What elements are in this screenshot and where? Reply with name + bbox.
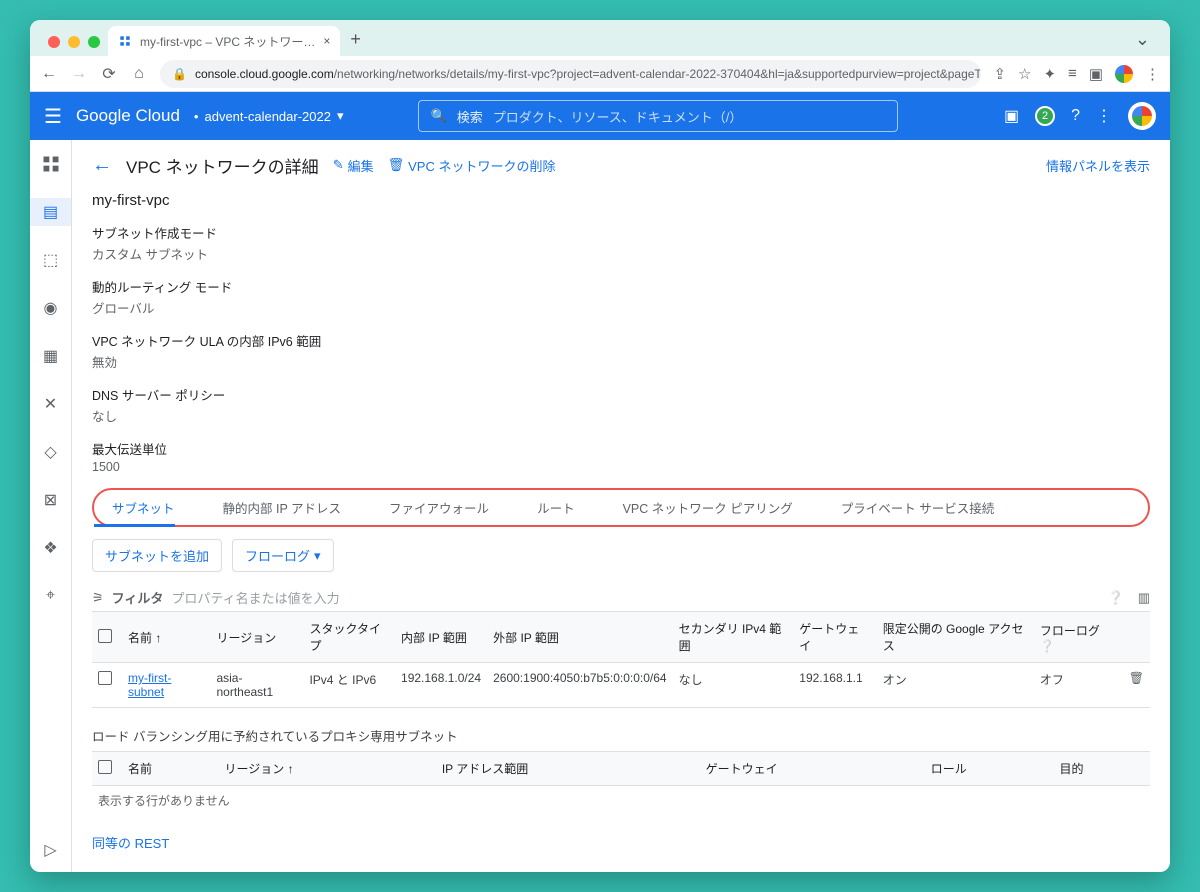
filter-icon: ⚞ xyxy=(92,590,104,606)
sidenav-product-icon[interactable] xyxy=(30,150,71,178)
field-ula-label: VPC ネットワーク ULA の内部 IPv6 範囲 xyxy=(92,331,1150,350)
sidenav-shared-vpc-icon[interactable]: ⊠ xyxy=(30,486,71,514)
column-settings-icon[interactable]: ▥ xyxy=(1138,590,1150,606)
nav-home-icon[interactable]: ⌂ xyxy=(130,65,148,83)
nav-forward-icon: → xyxy=(70,65,88,83)
field-mtu-label: 最大伝送単位 xyxy=(92,439,1150,458)
field-routing-mode-value: グローバル xyxy=(92,298,1150,317)
flowlog-dropdown[interactable]: フローログ ▾ xyxy=(232,539,334,572)
profile-avatar-icon[interactable] xyxy=(1115,65,1133,83)
equivalent-rest-link: 同等の REST xyxy=(92,833,1150,852)
field-subnet-mode-label: サブネット作成モード xyxy=(92,223,1150,242)
delete-row-icon[interactable]: 🗑 xyxy=(1129,671,1144,685)
address-bar[interactable]: 🔒 console.cloud.google.com/networking/ne… xyxy=(160,60,981,88)
filter-bar: ⚞ フィルタ プロパティ名または値を入力 ❔ ▥ xyxy=(92,584,1150,611)
details-tabs: サブネット 静的内部 IP アドレス ファイアウォール ルート VPC ネットワ… xyxy=(92,488,1150,527)
vpc-tab-icon xyxy=(118,34,132,48)
show-info-panel-button[interactable]: 情報パネルを表示 xyxy=(1046,156,1150,175)
page-title: VPC ネットワークの詳細 xyxy=(126,153,319,178)
field-routing-mode-label: 動的ルーティング モード xyxy=(92,277,1150,296)
hamburger-icon[interactable]: ☰ xyxy=(44,104,62,129)
browser-toolbar: ← → ⟳ ⌂ 🔒 console.cloud.google.com/netwo… xyxy=(30,56,1170,92)
help-icon[interactable]: ? xyxy=(1071,107,1080,125)
reading-list-icon[interactable]: ≡ xyxy=(1068,65,1077,82)
sidenav-routes-icon[interactable]: ✕ xyxy=(30,390,71,418)
tab-private-service[interactable]: プライベート サービス接続 xyxy=(823,498,994,517)
field-subnet-mode-value: カスタム サブネット xyxy=(92,244,1150,263)
gcp-top-bar: ☰ Google Cloud • advent-calendar-2022 ▾ … xyxy=(30,92,1170,140)
more-icon[interactable]: ⋮ xyxy=(1096,106,1112,126)
field-mtu-value: 1500 xyxy=(92,460,1150,474)
cloud-shell-icon[interactable]: ▣ xyxy=(1004,106,1019,126)
tab-title: my-first-vpc – VPC ネットワー… xyxy=(140,33,315,50)
filter-input[interactable]: プロパティ名または値を入力 xyxy=(171,588,339,607)
sidenav-serverless-icon[interactable]: ❖ xyxy=(30,534,71,562)
lock-icon: 🔒 xyxy=(172,67,187,81)
gcp-logo[interactable]: Google Cloud xyxy=(76,106,180,126)
window-controls[interactable] xyxy=(40,36,108,56)
select-all-checkbox[interactable] xyxy=(98,629,112,643)
field-dns-label: DNS サーバー ポリシー xyxy=(92,385,1150,404)
help-column-icon[interactable]: ❔ xyxy=(1108,590,1124,606)
tab-subnets[interactable]: サブネット xyxy=(94,498,175,527)
close-tab-icon[interactable]: × xyxy=(323,34,330,48)
add-subnet-button[interactable]: サブネットを追加 xyxy=(92,539,222,572)
nav-back-icon[interactable]: ← xyxy=(40,65,58,83)
new-tab-button[interactable]: + xyxy=(340,29,371,56)
sidenav-byoip-icon[interactable]: ◉ xyxy=(30,294,71,322)
window-chevron-icon[interactable]: ⌄ xyxy=(1125,29,1160,56)
proxy-subnet-title: ロード バランシング用に予約されているプロキシ専用サブネット xyxy=(92,726,1150,745)
extensions-icon[interactable]: ✦ xyxy=(1043,65,1056,83)
field-dns-value: なし xyxy=(92,406,1150,425)
browser-menu-icon[interactable]: ⋮ xyxy=(1145,65,1160,83)
no-rows-message: 表示する行がありません xyxy=(92,786,1150,809)
tab-static-ip[interactable]: 静的内部 IP アドレス xyxy=(205,498,342,517)
browser-tab-bar: my-first-vpc – VPC ネットワー… × + ⌄ xyxy=(30,20,1170,56)
account-avatar[interactable] xyxy=(1128,102,1156,130)
edit-button[interactable]: ✎ 編集 xyxy=(333,156,374,175)
field-ula-value: 無効 xyxy=(92,352,1150,371)
delete-button[interactable]: 🗑 VPC ネットワークの削除 xyxy=(388,156,556,175)
gcp-search[interactable]: 🔍 検索 プロダクト、リソース、ドキュメント（/） xyxy=(418,100,898,132)
select-all-checkbox-2[interactable] xyxy=(98,760,112,774)
sidenav-vpc-icon[interactable]: ▤ xyxy=(30,198,71,226)
bookmark-icon[interactable]: ☆ xyxy=(1018,65,1031,83)
vpc-name: my-first-vpc xyxy=(92,192,1150,209)
browser-tab[interactable]: my-first-vpc – VPC ネットワー… × xyxy=(108,26,340,56)
back-button[interactable]: ← xyxy=(92,154,112,177)
row-checkbox[interactable] xyxy=(98,671,112,685)
sidenav-firewall-icon[interactable]: ▦ xyxy=(30,342,71,370)
nav-reload-icon[interactable]: ⟳ xyxy=(100,64,118,84)
tab-routes[interactable]: ルート xyxy=(519,498,575,517)
sidenav-peering-icon[interactable]: ◇ xyxy=(30,438,71,466)
subnet-name-link[interactable]: my-first-subnet xyxy=(128,671,171,699)
side-nav: ▤ ⬚ ◉ ▦ ✕ ◇ ⊠ ❖ ⌖ ▷ xyxy=(30,140,72,872)
sidenav-packet-mirror-icon[interactable]: ⌖ xyxy=(30,582,71,610)
tab-peering[interactable]: VPC ネットワーク ピアリング xyxy=(605,498,793,517)
proxy-subnets-table: 名前 リージョン ↑ IP アドレス範囲 ゲートウェイ ロール 目的 xyxy=(92,751,1150,786)
sidenav-expand-icon[interactable]: ▷ xyxy=(44,828,56,872)
page-header: ← VPC ネットワークの詳細 ✎ 編集 🗑 VPC ネットワークの削除 情報パ… xyxy=(92,140,1150,190)
project-picker[interactable]: • advent-calendar-2022 ▾ xyxy=(194,108,344,124)
ext-square-icon[interactable]: ▣ xyxy=(1089,65,1103,83)
search-icon: 🔍 xyxy=(431,108,447,124)
share-icon[interactable]: ⇪ xyxy=(993,65,1006,83)
subnets-table: 名前 ↑ リージョン スタックタイプ 内部 IP 範囲 外部 IP 範囲 セカン… xyxy=(92,611,1150,708)
sidenav-external-ip-icon[interactable]: ⬚ xyxy=(30,246,71,274)
tab-firewall[interactable]: ファイアウォール xyxy=(371,498,489,517)
notifications-badge[interactable]: 2 xyxy=(1035,106,1055,126)
table-row: my-first-subnet asia-northeast1 IPv4 と I… xyxy=(92,663,1150,708)
filter-label: フィルタ xyxy=(112,588,164,607)
